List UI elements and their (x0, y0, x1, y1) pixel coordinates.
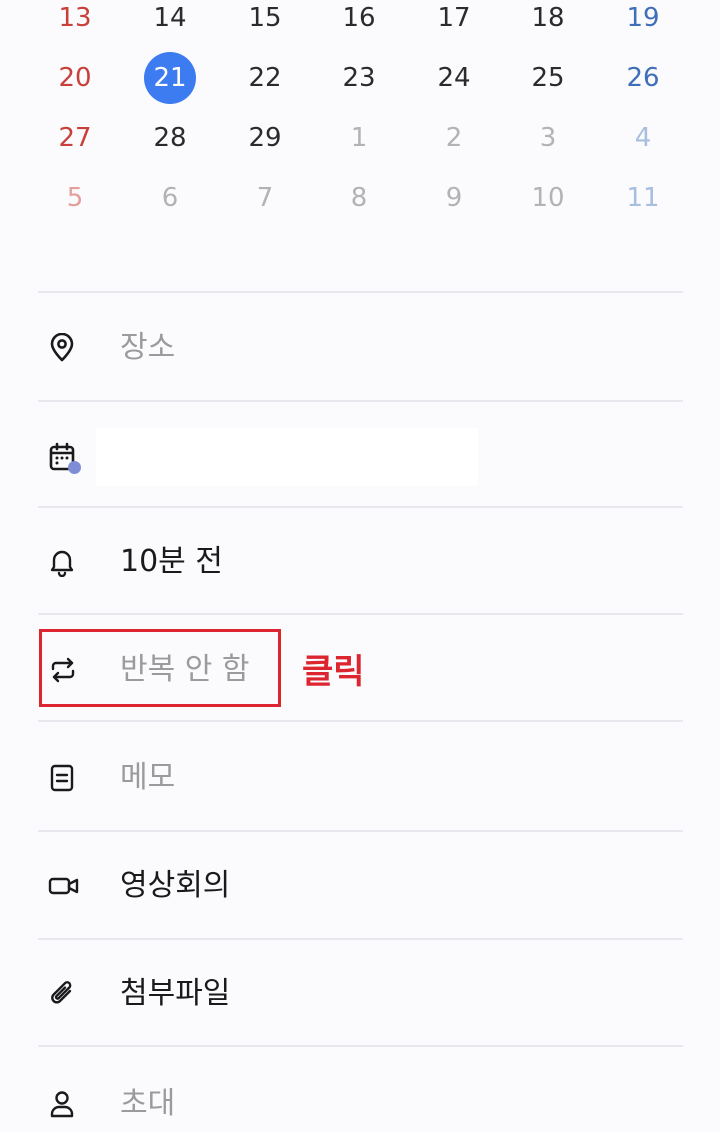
calendar-day[interactable]: 27 (45, 108, 105, 168)
calendar-week: 5 6 7 8 9 10 11 (0, 168, 720, 228)
calendar-day[interactable]: 5 (45, 168, 105, 228)
location-pin-icon (38, 322, 90, 374)
paperclip-icon (38, 968, 90, 1020)
calendar-day[interactable]: 2 (424, 108, 484, 168)
calendar-day[interactable]: 15 (235, 0, 295, 48)
location-label: 장소 (120, 330, 176, 365)
bell-icon (38, 536, 90, 588)
alarm-label: 10분 전 (120, 544, 223, 579)
video-meeting-field[interactable]: 영상회의 (38, 858, 683, 914)
video-meeting-label: 영상회의 (120, 868, 231, 903)
calendar-day[interactable]: 24 (424, 48, 484, 108)
calendar-day[interactable]: 10 (518, 168, 578, 228)
calendar-day[interactable]: 22 (235, 48, 295, 108)
divider (38, 613, 683, 615)
calendar-day[interactable]: 3 (518, 108, 578, 168)
calendar-day[interactable]: 11 (613, 168, 673, 228)
calendar-day[interactable]: 14 (140, 0, 200, 48)
calendar-day[interactable]: 28 (140, 108, 200, 168)
click-annotation: 클릭 (302, 652, 365, 692)
calendar-week: 20 21 22 23 24 25 26 (0, 48, 720, 108)
calendar-week: 27 28 29 1 2 3 4 (0, 108, 720, 168)
invite-label: 초대 (120, 1086, 176, 1121)
calendar-day[interactable]: 19 (613, 0, 673, 48)
attachment-field[interactable]: 첨부파일 (38, 966, 683, 1022)
calendar-day[interactable]: 26 (613, 48, 673, 108)
divider (38, 1045, 683, 1047)
calendar-day[interactable]: 1 (329, 108, 389, 168)
calendar-day[interactable]: 18 (518, 0, 578, 48)
calendar-day[interactable]: 13 (45, 0, 105, 48)
calendar-day[interactable]: 9 (424, 168, 484, 228)
memo-label: 메모 (120, 760, 176, 795)
calendar-day[interactable]: 20 (45, 48, 105, 108)
calendar-day-selected[interactable]: 21 (140, 48, 200, 108)
calendar-day[interactable]: 6 (140, 168, 200, 228)
calendar-day[interactable]: 25 (518, 48, 578, 108)
calendar-icon (38, 431, 90, 483)
alarm-field[interactable]: 10분 전 (38, 534, 683, 590)
divider (38, 830, 683, 832)
calendar-week: 13 14 15 16 17 18 19 (0, 0, 720, 48)
divider (38, 938, 683, 940)
person-icon (38, 1078, 90, 1130)
calendar-day[interactable]: 23 (329, 48, 389, 108)
calendar-day[interactable]: 29 (235, 108, 295, 168)
divider (38, 400, 683, 402)
memo-field[interactable]: 메모 (38, 750, 683, 806)
highlight-box (39, 629, 281, 707)
calendar-day[interactable]: 4 (613, 108, 673, 168)
calendar-name-field[interactable] (96, 428, 478, 486)
attachment-label: 첨부파일 (120, 976, 231, 1011)
memo-icon (38, 752, 90, 804)
calendar-day[interactable]: 16 (329, 0, 389, 48)
video-camera-icon (38, 860, 90, 912)
calendar-color-dot (68, 461, 81, 474)
divider (38, 720, 683, 722)
location-field[interactable]: 장소 (38, 320, 683, 376)
calendar-day[interactable]: 8 (329, 168, 389, 228)
divider (38, 506, 683, 508)
calendar-day[interactable]: 17 (424, 0, 484, 48)
calendar-day[interactable]: 7 (235, 168, 295, 228)
divider (38, 291, 683, 293)
